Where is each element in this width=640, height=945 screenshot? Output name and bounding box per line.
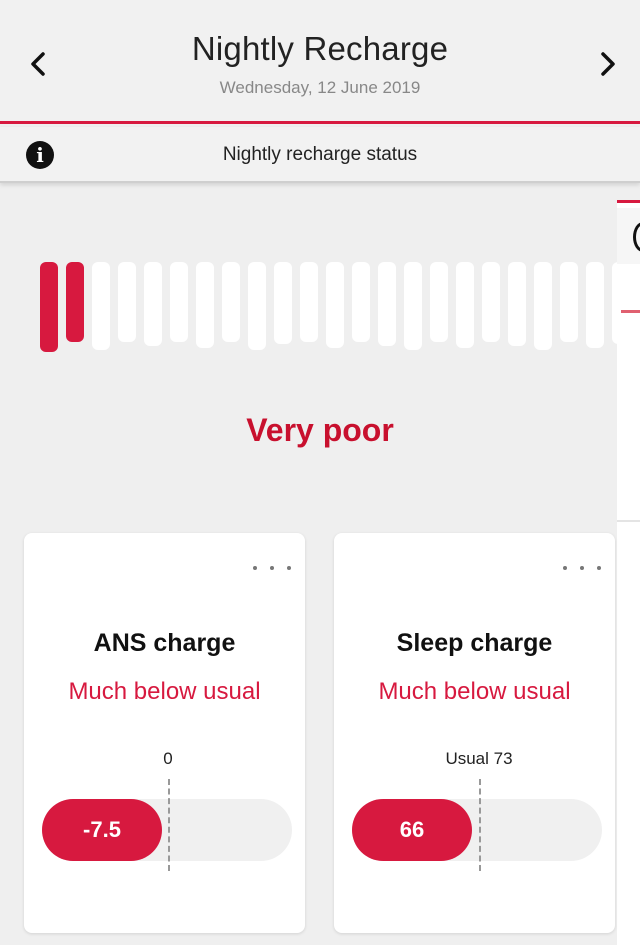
recharge-bar-empty [326, 262, 344, 348]
dot [597, 566, 601, 570]
dot [287, 566, 291, 570]
recharge-meter [40, 262, 617, 357]
recharge-bar-empty [144, 262, 162, 346]
recharge-bar-empty [612, 262, 617, 344]
recharge-bar-empty [456, 262, 474, 348]
ans-reference-label: 0 [163, 749, 173, 768]
sleep-charge-card[interactable]: Sleep charge Much below usual Usual 73 6… [334, 533, 615, 933]
recharge-bar-filled [66, 262, 84, 342]
recharge-bar-empty [534, 262, 552, 350]
info-bar: i Nightly recharge status [0, 127, 640, 183]
peek-accent-line [617, 200, 640, 203]
recharge-bar-empty [586, 262, 604, 348]
recharge-bar-empty [482, 262, 500, 342]
recharge-bar-empty [352, 262, 370, 342]
sleep-card-menu-button[interactable] [563, 557, 601, 579]
ans-card-title: ANS charge [93, 629, 236, 657]
recharge-bar-empty [430, 262, 448, 342]
ans-value-pill: -7.5 [42, 799, 162, 861]
recharge-bar-empty [300, 262, 318, 342]
next-page-peek[interactable] [617, 200, 640, 945]
recharge-bar-empty [170, 262, 188, 342]
sleep-card-status: Much below usual [378, 678, 571, 705]
dot [580, 566, 584, 570]
recharge-bar-empty [274, 262, 292, 344]
recharge-bar-empty [404, 262, 422, 350]
recharge-bar-empty [196, 262, 214, 348]
recharge-bar-filled [40, 262, 58, 352]
header: Nightly Recharge Wednesday, 12 June 2019 [0, 0, 640, 124]
ans-reference-line [168, 779, 170, 871]
sleep-reference-label: Usual 73 [445, 749, 513, 768]
dot [253, 566, 257, 570]
recharge-bar-empty [118, 262, 136, 342]
peek-marker [621, 310, 640, 313]
recharge-bar-empty [508, 262, 526, 346]
recharge-bar-empty [378, 262, 396, 346]
peek-tab [617, 208, 640, 264]
sleep-gauge-track: 66 [352, 799, 602, 861]
recharge-bar-empty [222, 262, 240, 342]
recharge-bar-empty [248, 262, 266, 350]
recharge-status-label: Very poor [246, 412, 394, 448]
ans-card-status: Much below usual [68, 678, 261, 705]
dot [270, 566, 274, 570]
page-date: Wednesday, 12 June 2019 [219, 78, 421, 97]
ans-card-menu-button[interactable] [253, 557, 291, 579]
info-bar-text: Nightly recharge status [222, 144, 418, 165]
sleep-value-pill: 66 [352, 799, 472, 861]
peek-card [617, 520, 640, 940]
recharge-bar-empty [92, 262, 110, 350]
sleep-reference-line [479, 779, 481, 871]
ans-charge-card[interactable]: ANS charge Much below usual 0 -7.5 [24, 533, 305, 933]
chevron-right-icon [601, 52, 615, 76]
recharge-bar-empty [560, 262, 578, 342]
dot [563, 566, 567, 570]
ans-gauge-track: -7.5 [42, 799, 292, 861]
next-day-button[interactable] [588, 42, 628, 86]
sleep-card-title: Sleep charge [396, 629, 553, 657]
page-title: Nightly Recharge [191, 30, 449, 67]
